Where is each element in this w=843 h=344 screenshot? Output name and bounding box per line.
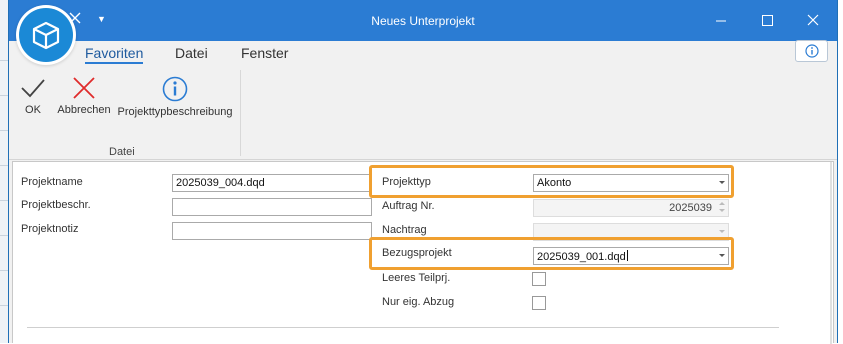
- scrollbar-edge: [830, 162, 832, 344]
- title-bar: ▼ Neues Unterprojekt: [9, 0, 837, 41]
- cancel-button[interactable]: Abbrechen: [55, 67, 113, 116]
- leeres-teilprj-checkbox[interactable]: [532, 272, 546, 286]
- ribbon-panel: OK Abbrechen Projekttypbeschreibung Date…: [9, 67, 837, 160]
- tab-favoriten[interactable]: Favoriten: [85, 45, 144, 64]
- projektnotiz-label: Projektnotiz: [21, 223, 79, 235]
- ribbon-group-label: Datei: [109, 146, 135, 158]
- chevron-down-icon: [719, 230, 725, 233]
- info-icon: [162, 76, 188, 102]
- checkmark-icon: [21, 79, 45, 98]
- cancel-button-label: Abbrechen: [57, 104, 111, 116]
- project-type-description-label: Projekttypbeschreibung: [117, 106, 233, 118]
- minimize-button[interactable]: [698, 0, 744, 41]
- auftrag-nr-label: Auftrag Nr.: [382, 200, 435, 212]
- maximize-icon: [762, 15, 773, 26]
- project-type-description-button[interactable]: Projekttypbeschreibung: [116, 67, 234, 118]
- tab-fenster[interactable]: Fenster: [241, 45, 288, 61]
- projektname-label: Projektname: [21, 176, 83, 188]
- form-content: Projektname 2025039_004.dqd Projektbesch…: [12, 161, 834, 344]
- auftrag-nr-value: 2025039: [669, 202, 712, 214]
- projektnotiz-input[interactable]: [172, 222, 372, 240]
- minimize-icon: [716, 20, 726, 22]
- app-logo[interactable]: [19, 8, 73, 62]
- spin-down-icon: [719, 209, 725, 212]
- bezugsprojekt-highlight: [369, 237, 734, 270]
- ok-button[interactable]: OK: [19, 67, 47, 116]
- ribbon-tabs: Favoriten Datei Fenster: [9, 41, 837, 67]
- app-logo-icon: [32, 21, 60, 50]
- nachtrag-label: Nachtrag: [382, 224, 427, 236]
- projektname-input[interactable]: 2025039_004.dqd: [172, 174, 372, 192]
- auftrag-nr-input: 2025039: [533, 199, 729, 217]
- leeres-teilprj-label: Leeres Teilprj.: [382, 272, 451, 284]
- spin-up-icon: [719, 202, 725, 205]
- help-info-button[interactable]: [795, 40, 828, 62]
- info-icon: [805, 44, 819, 58]
- dialog-window: ▼ Neues Unterprojekt Favoriten Datei Fen…: [8, 0, 838, 344]
- maximize-button[interactable]: [744, 0, 790, 41]
- window-close-icon: [807, 14, 819, 26]
- nur-eig-abzug-label: Nur eig. Abzug: [382, 296, 455, 308]
- projektbeschr-label: Projektbeschr.: [21, 199, 91, 211]
- section-divider: [27, 327, 779, 328]
- background-spreadsheet: [0, 0, 8, 343]
- cancel-x-icon: [73, 77, 95, 99]
- nur-eig-abzug-checkbox[interactable]: [532, 296, 546, 310]
- window-close-button[interactable]: [790, 0, 836, 41]
- ribbon-group-separator: [240, 70, 241, 156]
- ok-button-label: OK: [25, 104, 41, 116]
- projektbeschr-input[interactable]: [172, 198, 372, 216]
- projekttyp-highlight: [369, 165, 734, 198]
- tab-datei[interactable]: Datei: [175, 45, 208, 61]
